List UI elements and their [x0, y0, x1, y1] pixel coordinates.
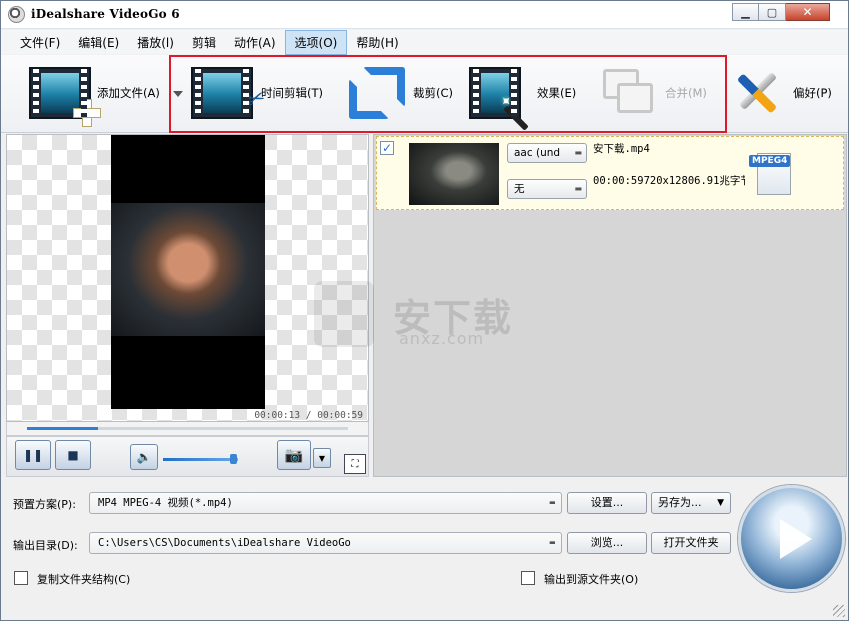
stop-button[interactable]: ■	[55, 440, 91, 470]
add-file-icon	[29, 67, 101, 127]
camera-icon: 📷	[284, 446, 304, 464]
fullscreen-icon: ⛶	[351, 458, 359, 470]
preferences-button[interactable]: 偏好(P)	[731, 61, 832, 125]
format-badge: MPEG4	[749, 155, 791, 167]
file-name: 安下载.mp4	[593, 143, 650, 155]
effect-button[interactable]: 效果(E)	[469, 61, 577, 131]
copy-structure-checkbox[interactable]	[14, 571, 28, 585]
menu-action[interactable]: 动作(A)	[225, 31, 285, 54]
output-panel: 预置方案(P): MP4 MPEG-4 视频(*.mp4) ▬ 设置... 另存…	[1, 478, 848, 620]
merge-icon	[603, 69, 655, 117]
seek-bar[interactable]	[6, 422, 369, 436]
browse-button[interactable]: 浏览...	[567, 532, 647, 554]
watermark-logo	[314, 281, 374, 347]
merge-button[interactable]: 合并(M)	[603, 61, 707, 125]
pause-button[interactable]: ❚❚	[15, 440, 51, 470]
watermark-subtext: anxz.com	[399, 329, 485, 348]
maximize-button[interactable]: ▢	[759, 3, 786, 21]
trim-icon: ✂	[191, 67, 269, 119]
resize-grip[interactable]	[833, 605, 845, 617]
snapshot-dropdown-button[interactable]: ▼	[313, 448, 331, 468]
audio-track-select[interactable]: aac (und	[507, 143, 587, 163]
volume-slider[interactable]	[163, 458, 238, 461]
list-item[interactable]: ✓ aac (und 无 安下载.mp4 00:00:59720x12806.9…	[376, 136, 844, 210]
save-as-label: 另存为...	[658, 496, 702, 509]
effect-icon	[469, 67, 529, 131]
trim-label: 时间剪辑(T)	[261, 86, 323, 100]
pause-icon: ❚❚	[22, 448, 44, 462]
preset-select[interactable]: MP4 MPEG-4 视频(*.mp4) ▬	[89, 492, 562, 514]
snapshot-button[interactable]: 📷	[277, 440, 311, 470]
menu-play[interactable]: 播放(l)	[128, 31, 183, 54]
item-checkbox[interactable]: ✓	[380, 141, 394, 155]
stop-icon: ■	[67, 448, 79, 462]
item-thumbnail	[409, 143, 499, 205]
crop-label: 裁剪(C)	[413, 86, 454, 100]
preset-label: 预置方案(P):	[13, 498, 76, 511]
time-readout: 00:00:13 / 00:00:59	[254, 410, 363, 421]
output-to-source-label: 输出到源文件夹(O)	[544, 573, 639, 586]
open-folder-button[interactable]: 打开文件夹	[651, 532, 731, 554]
crop-icon	[349, 67, 405, 119]
menu-bar: 文件(F) 编辑(E) 播放(l) 剪辑 动作(A) 选项(O) 帮助(H)	[1, 29, 848, 55]
preferences-label: 偏好(P)	[793, 86, 832, 100]
speaker-icon: 🔈	[136, 450, 152, 464]
subtitle-select[interactable]: 无	[507, 179, 587, 199]
title-bar: iDealshare VideoGo 6 ▁ ▢ ✕	[1, 1, 848, 29]
output-dir-value: C:\Users\CS\Documents\iDealshare VideoGo	[98, 537, 351, 549]
add-file-button[interactable]: 添加文件(A)	[29, 61, 160, 127]
output-to-source-checkbox[interactable]	[521, 571, 535, 585]
video-preview: 00:00:13 / 00:00:59	[6, 134, 369, 422]
tools-icon	[731, 67, 781, 119]
menu-file[interactable]: 文件(F)	[11, 31, 69, 54]
dropdown-icon: ▬	[549, 498, 555, 508]
add-file-dropdown-icon[interactable]	[173, 91, 183, 97]
window-title: iDealshare VideoGo 6	[31, 7, 180, 21]
merge-label: 合并(M)	[665, 86, 707, 100]
output-dir-field[interactable]: C:\Users\CS\Documents\iDealshare VideoGo…	[89, 532, 562, 554]
settings-button[interactable]: 设置...	[567, 492, 647, 514]
file-info: 00:00:59720x12806.91兆字节	[593, 175, 745, 187]
chevron-down-icon: ▼	[717, 498, 724, 508]
app-window: iDealshare VideoGo 6 ▁ ▢ ✕ 文件(F) 编辑(E) 播…	[0, 0, 849, 621]
video-frame	[111, 135, 265, 409]
volume-knob[interactable]	[230, 454, 238, 464]
menu-options[interactable]: 选项(O)	[284, 29, 348, 55]
play-icon	[779, 518, 812, 559]
effect-label: 效果(E)	[537, 86, 577, 100]
convert-button[interactable]	[738, 485, 845, 592]
dropdown-icon: ▬	[549, 538, 555, 548]
menu-clip[interactable]: 剪辑	[183, 31, 225, 54]
seek-progress	[27, 427, 99, 430]
output-dir-label: 输出目录(D):	[13, 539, 78, 552]
volume-button[interactable]: 🔈	[130, 444, 158, 470]
toolbar: 添加文件(A) ✂ 时间剪辑(T) 裁剪(C) 效果(E) 合并(M) 偏好(P…	[1, 55, 848, 133]
format-icon: MPEG4	[749, 149, 799, 197]
video-image	[111, 203, 265, 336]
chevron-down-icon: ▼	[318, 453, 326, 463]
menu-help[interactable]: 帮助(H)	[347, 31, 407, 54]
menu-edit[interactable]: 编辑(E)	[69, 31, 128, 54]
fullscreen-button[interactable]: ⛶	[344, 454, 366, 474]
player-controls: ❚❚ ■ 🔈 📷 ▼ ⛶	[6, 436, 369, 477]
copy-structure-label: 复制文件夹结构(C)	[37, 573, 131, 586]
app-icon	[8, 6, 25, 23]
add-file-label: 添加文件(A)	[97, 86, 160, 100]
trim-button[interactable]: ✂ 时间剪辑(T)	[191, 61, 323, 125]
minimize-button[interactable]: ▁	[732, 3, 759, 21]
close-button[interactable]: ✕	[786, 3, 830, 21]
window-controls: ▁ ▢ ✕	[732, 3, 830, 22]
save-as-button[interactable]: 另存为... ▼	[651, 492, 731, 514]
preset-value: MP4 MPEG-4 视频(*.mp4)	[98, 497, 233, 509]
crop-button[interactable]: 裁剪(C)	[349, 61, 453, 125]
